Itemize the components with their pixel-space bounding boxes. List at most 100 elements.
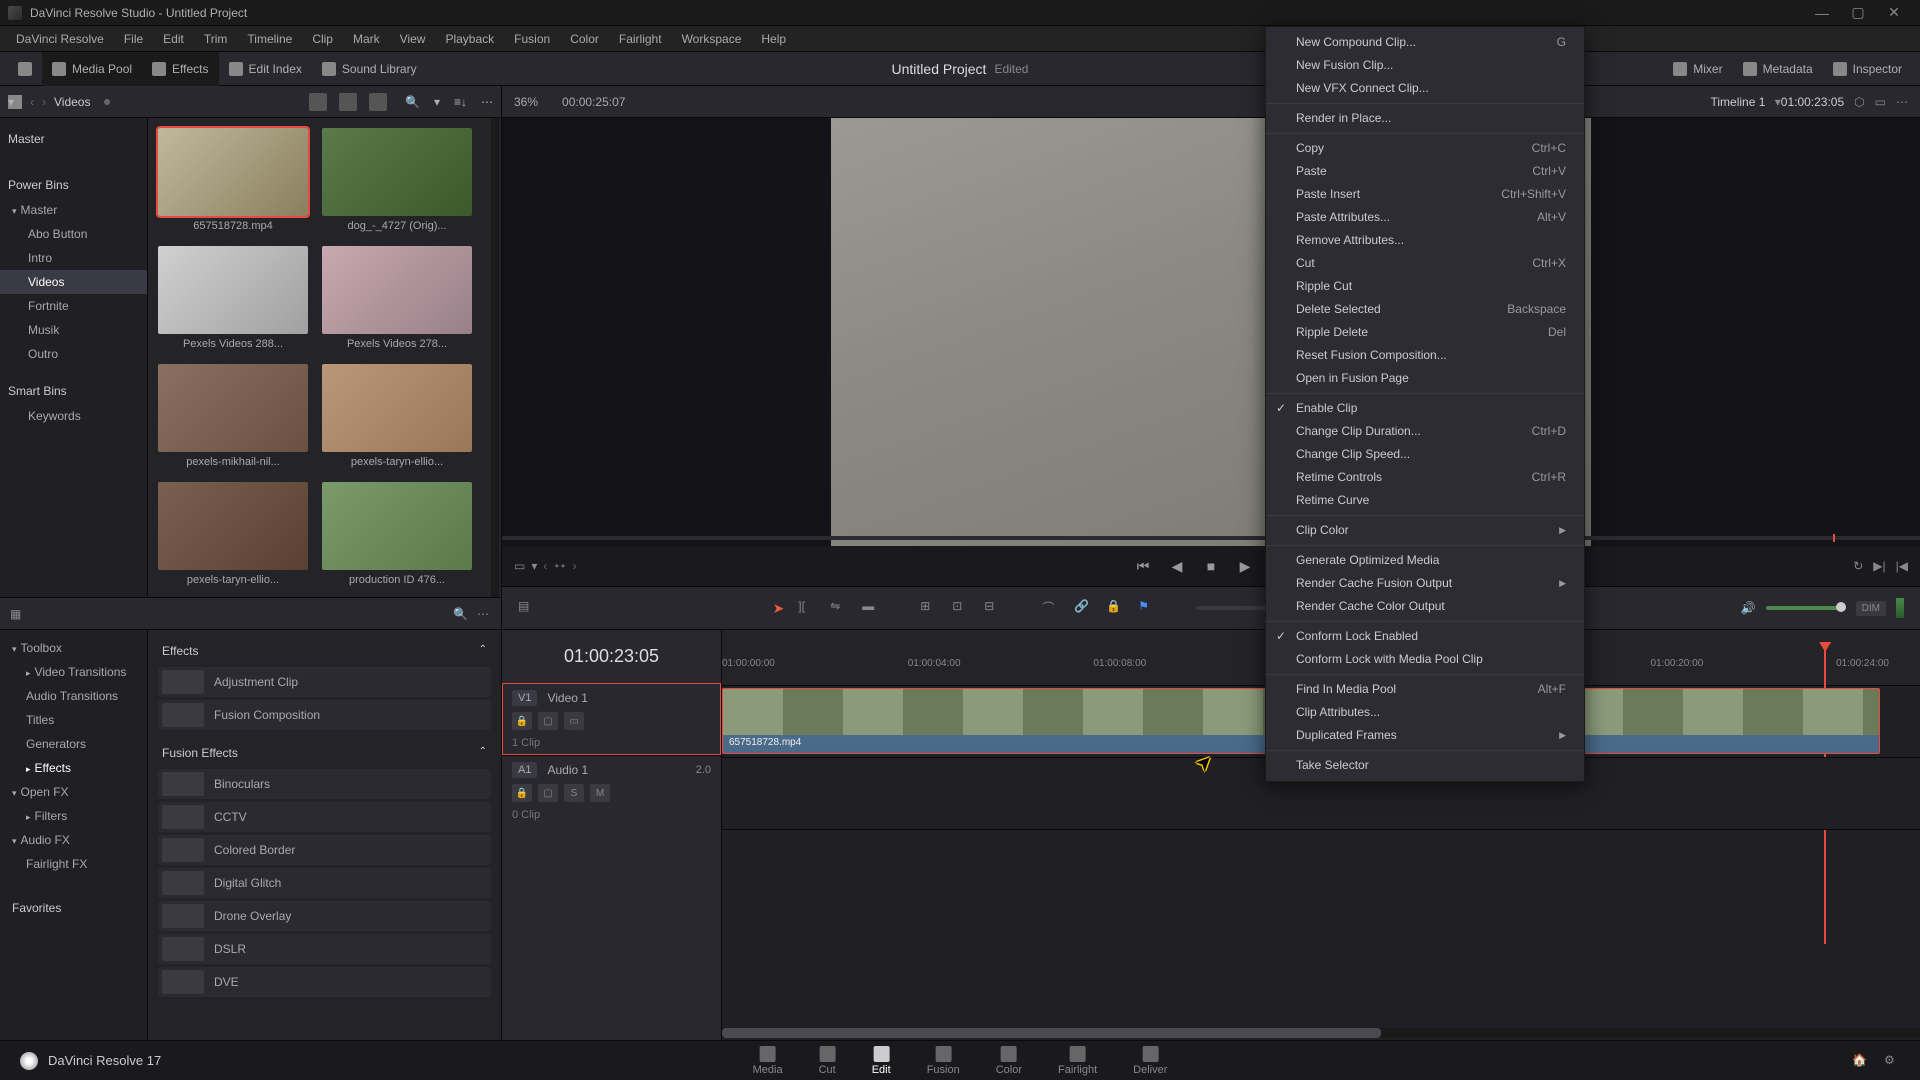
viewer-scrubber[interactable] xyxy=(502,536,1920,540)
overwrite-clip-icon[interactable]: ⊡ xyxy=(952,599,970,617)
menu-item-reset-fusion-composition[interactable]: Reset Fusion Composition... xyxy=(1266,344,1584,367)
menu-item-find-in-media-pool[interactable]: Find In Media PoolAlt+F xyxy=(1266,678,1584,701)
effect-entry[interactable]: DVE xyxy=(158,967,491,997)
effects-options-icon[interactable]: ⋯ xyxy=(477,607,491,621)
tree-musik[interactable]: Musik xyxy=(0,318,147,342)
bin-dropdown-icon[interactable]: ▾ xyxy=(8,95,22,109)
tree-master-root[interactable]: Master xyxy=(0,126,147,152)
timeline-scrollbar[interactable] xyxy=(722,1028,1920,1038)
menu-trim[interactable]: Trim xyxy=(194,26,238,52)
page-fairlight[interactable]: Fairlight xyxy=(1058,1046,1097,1076)
effect-entry[interactable]: Binoculars xyxy=(158,769,491,799)
fx-audio-transitions[interactable]: Audio Transitions xyxy=(0,684,147,708)
volume-icon[interactable]: 🔊 xyxy=(1741,601,1756,615)
fx-generators[interactable]: Generators xyxy=(0,732,147,756)
menu-item-retime-controls[interactable]: Retime ControlsCtrl+R xyxy=(1266,466,1584,489)
menu-item-remove-attributes[interactable]: Remove Attributes... xyxy=(1266,229,1584,252)
menu-item-new-compound-clip[interactable]: New Compound Clip...G xyxy=(1266,31,1584,54)
menu-clip[interactable]: Clip xyxy=(302,26,343,52)
menu-fusion[interactable]: Fusion xyxy=(504,26,560,52)
menu-item-clip-attributes[interactable]: Clip Attributes... xyxy=(1266,701,1584,724)
menu-item-duplicated-frames[interactable]: Duplicated Frames▶ xyxy=(1266,724,1584,747)
fx-video-transitions[interactable]: Video Transitions xyxy=(0,660,147,684)
menu-workspace[interactable]: Workspace xyxy=(672,26,752,52)
panel-toggle-icon[interactable] xyxy=(8,52,42,86)
fx-list-header-fusion[interactable]: Fusion Effects⌃ xyxy=(158,740,491,766)
mixer-button[interactable]: Mixer xyxy=(1663,52,1732,86)
menu-item-ripple-delete[interactable]: Ripple DeleteDel xyxy=(1266,321,1584,344)
media-clip[interactable]: Pexels Videos 288... xyxy=(158,246,308,350)
menu-item-ripple-cut[interactable]: Ripple Cut xyxy=(1266,275,1584,298)
tree-outro[interactable]: Outro xyxy=(0,342,147,366)
menu-davinci-resolve[interactable]: DaVinci Resolve xyxy=(6,26,114,52)
menu-item-clip-color[interactable]: Clip Color▶ xyxy=(1266,519,1584,542)
goto-out-button[interactable]: |◀ xyxy=(1896,559,1908,573)
insert-clip-icon[interactable]: ⊞ xyxy=(920,599,938,617)
blade-tool-icon[interactable]: ▬ xyxy=(862,599,880,617)
track-enable-icon[interactable]: ▭ xyxy=(564,712,584,730)
menu-item-paste[interactable]: PasteCtrl+V xyxy=(1266,160,1584,183)
selection-tool-icon[interactable]: ➤ xyxy=(773,600,785,617)
menu-mark[interactable]: Mark xyxy=(343,26,390,52)
menu-item-take-selector[interactable]: Take Selector xyxy=(1266,754,1584,777)
menu-item-delete-selected[interactable]: Delete SelectedBackspace xyxy=(1266,298,1584,321)
sort-dropdown-icon[interactable]: ▾ xyxy=(434,95,440,109)
menu-file[interactable]: File xyxy=(114,26,153,52)
page-color[interactable]: Color xyxy=(996,1046,1022,1076)
menu-playback[interactable]: Playback xyxy=(435,26,504,52)
menu-item-retime-curve[interactable]: Retime Curve xyxy=(1266,489,1584,512)
fx-effects[interactable]: Effects xyxy=(0,756,147,780)
tree-keywords[interactable]: Keywords xyxy=(0,404,147,428)
page-fusion[interactable]: Fusion xyxy=(927,1046,960,1076)
list-view-button[interactable] xyxy=(369,93,387,111)
fx-filters[interactable]: Filters xyxy=(0,804,147,828)
match-dropdown-icon[interactable]: ▾ xyxy=(531,559,537,573)
menu-view[interactable]: View xyxy=(390,26,436,52)
thumbnail-view-button[interactable] xyxy=(309,93,327,111)
match-frame-icon[interactable]: ▭ xyxy=(514,559,525,573)
page-cut[interactable]: Cut xyxy=(819,1046,836,1076)
close-button[interactable]: ✕ xyxy=(1876,0,1912,26)
fx-favorites[interactable]: Favorites xyxy=(0,896,147,920)
menu-item-enable-clip[interactable]: Enable Clip xyxy=(1266,397,1584,420)
menu-item-paste-attributes[interactable]: Paste Attributes...Alt+V xyxy=(1266,206,1584,229)
bypass-icon[interactable]: ⬡ xyxy=(1854,95,1864,109)
menu-item-render-cache-color-output[interactable]: Render Cache Color Output xyxy=(1266,595,1584,618)
audio-auto-icon[interactable]: ▢ xyxy=(538,784,558,802)
inspector-button[interactable]: Inspector xyxy=(1823,52,1912,86)
media-clip[interactable]: production ID 476... xyxy=(322,482,472,586)
menu-item-render-in-place[interactable]: Render in Place... xyxy=(1266,107,1584,130)
minimize-button[interactable]: — xyxy=(1804,0,1840,26)
menu-item-paste-insert[interactable]: Paste InsertCtrl+Shift+V xyxy=(1266,183,1584,206)
media-clip[interactable]: pexels-taryn-ellio... xyxy=(158,482,308,586)
sound-library-button[interactable]: Sound Library xyxy=(312,52,427,86)
menu-item-change-clip-duration[interactable]: Change Clip Duration...Ctrl+D xyxy=(1266,420,1584,443)
position-lock-icon[interactable]: 🔒 xyxy=(1106,599,1124,617)
menu-help[interactable]: Help xyxy=(751,26,796,52)
menu-item-render-cache-fusion-output[interactable]: Render Cache Fusion Output▶ xyxy=(1266,572,1584,595)
fx-list-header-effects[interactable]: Effects⌃ xyxy=(158,638,491,664)
media-pool-button[interactable]: Media Pool xyxy=(42,52,142,86)
nav-prev-icon[interactable]: ‹ xyxy=(30,95,34,109)
audio-track-header[interactable]: A1Audio 1 2.0 🔒 ▢ S M 0 Clip xyxy=(502,755,721,827)
menu-item-new-vfx-connect-clip[interactable]: New VFX Connect Clip... xyxy=(1266,77,1584,100)
volume-slider[interactable] xyxy=(1766,606,1846,610)
effect-entry[interactable]: Digital Glitch xyxy=(158,868,491,898)
search-icon[interactable]: 🔍 xyxy=(405,95,420,109)
timeline-view-icon[interactable]: ▤ xyxy=(518,599,536,617)
page-deliver[interactable]: Deliver xyxy=(1133,1046,1167,1076)
tree-videos[interactable]: Videos xyxy=(0,270,147,294)
media-clip[interactable]: dog_-_4727 (Orig)... xyxy=(322,128,472,232)
fx-toolbox[interactable]: Toolbox xyxy=(0,636,147,660)
fx-audiofx[interactable]: Audio FX xyxy=(0,828,147,852)
dim-button[interactable]: DIM xyxy=(1856,601,1886,616)
media-clip[interactable]: 657518728.mp4 xyxy=(158,128,308,232)
tree-abo-button[interactable]: Abo Button xyxy=(0,222,147,246)
effect-entry[interactable]: Fusion Composition xyxy=(158,700,491,730)
prev-frame-button[interactable]: ◀ xyxy=(1167,556,1187,576)
menu-item-cut[interactable]: CutCtrl+X xyxy=(1266,252,1584,275)
track-lock-icon[interactable]: 🔒 xyxy=(512,712,532,730)
audio-solo-icon[interactable]: S xyxy=(564,784,584,802)
meter-icon[interactable] xyxy=(1896,598,1904,618)
fx-titles[interactable]: Titles xyxy=(0,708,147,732)
